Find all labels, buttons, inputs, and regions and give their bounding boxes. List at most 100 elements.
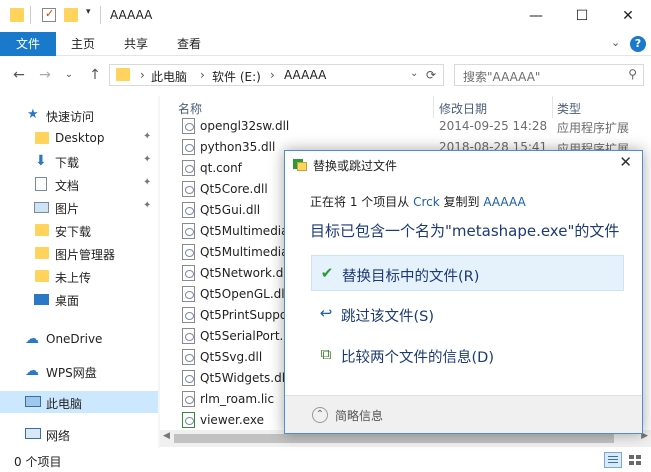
- minimize-button[interactable]: —: [513, 0, 559, 32]
- sidebar-item-onedrive[interactable]: ☁ OneDrive: [0, 328, 158, 350]
- recent-locations-icon[interactable]: ⌄: [60, 66, 78, 84]
- dll-file-icon: [182, 139, 195, 155]
- search-input[interactable]: 搜索"AAAAA" ⚲: [454, 64, 644, 86]
- check-icon: ✔: [320, 264, 334, 282]
- sidebar-item-desktop[interactable]: Desktop ✦: [0, 127, 158, 149]
- divider: [30, 6, 31, 24]
- folder-icon: [10, 8, 24, 22]
- refresh-icon[interactable]: ⟳: [426, 68, 436, 82]
- cloud-icon: ☁: [25, 331, 39, 347]
- skip-file-option[interactable]: ↩ 跳过该文件(S): [311, 296, 624, 332]
- large-icons-view-icon[interactable]: [626, 452, 644, 468]
- sidebar-item-pictures[interactable]: 图片 ✦: [0, 196, 158, 218]
- desktop-icon: [34, 294, 49, 305]
- compare-icon: ⧉: [320, 345, 332, 363]
- dll-file-icon: [182, 328, 195, 344]
- tab-home[interactable]: 主页: [58, 32, 108, 56]
- forward-arrow-icon[interactable]: →: [36, 66, 54, 84]
- customize-toolbar-icon[interactable]: ▾: [86, 7, 91, 17]
- tab-file[interactable]: 文件: [0, 32, 56, 56]
- breadcrumb-separator: ›: [270, 68, 275, 82]
- up-arrow-icon[interactable]: ↑: [86, 66, 104, 84]
- navigation-bar: ← → ⌄ ↑ › 此电脑 › 软件 (E:) › AAAAA ⌄ ⟳ 搜索"A…: [0, 60, 651, 90]
- folder-icon: [35, 132, 49, 144]
- dll-file-icon: [182, 244, 195, 260]
- folder-icon: [116, 68, 130, 81]
- dll-file-icon: [182, 349, 195, 365]
- close-button[interactable]: ✕: [605, 0, 651, 32]
- document-icon: [35, 177, 47, 191]
- dll-file-icon: [182, 223, 195, 239]
- new-folder-icon[interactable]: [64, 8, 78, 22]
- address-bar[interactable]: › 此电脑 › 软件 (E:) › AAAAA ⌄ ⟳: [109, 64, 444, 86]
- pane-splitter[interactable]: [158, 96, 160, 448]
- pin-icon: ✦: [143, 200, 152, 211]
- dll-file-icon: [182, 265, 195, 281]
- breadcrumb-this-pc[interactable]: 此电脑: [151, 68, 187, 85]
- navigation-pane: ★ 快速访问 Desktop ✦ ⬇ 下载 ✦ 文档 ✦ 图片 ✦ 安下载 图片…: [0, 96, 158, 448]
- skip-icon: ↩: [319, 304, 333, 322]
- replace-or-skip-dialog: 替换或跳过文件 ✕ 正在将 1 个项目从 Crck 复制到 AAAAA 目标已包…: [284, 150, 643, 434]
- source-folder-link[interactable]: Crck: [413, 195, 440, 209]
- column-divider[interactable]: [552, 96, 553, 118]
- sidebar-item-this-pc[interactable]: 此电脑: [0, 391, 158, 413]
- cloud-icon: ☁: [25, 363, 39, 379]
- maximize-button[interactable]: ☐: [559, 0, 605, 32]
- tab-share[interactable]: 共享: [110, 32, 162, 56]
- pin-icon: ✦: [143, 154, 152, 165]
- compare-files-option[interactable]: ⧉ 比较两个文件的信息(D): [311, 337, 624, 373]
- window-title: AAAAA: [110, 8, 153, 22]
- help-icon[interactable]: ?: [630, 36, 646, 52]
- sidebar-item-wps-drive[interactable]: ☁ WPS网盘: [0, 360, 158, 382]
- folder-icon: [35, 270, 49, 282]
- status-bar: 0 个项目: [0, 448, 651, 472]
- dialog-close-button[interactable]: ✕: [619, 153, 632, 171]
- sidebar-item-downloads[interactable]: ⬇ 下载 ✦: [0, 150, 158, 172]
- address-history-icon[interactable]: ⌄: [410, 68, 418, 79]
- folder-icon: [35, 247, 49, 259]
- pin-icon: ✦: [143, 177, 152, 188]
- scroll-left-icon[interactable]: ◀: [163, 431, 170, 441]
- tab-view[interactable]: 查看: [164, 32, 214, 56]
- sidebar-item-anxiazai[interactable]: 安下载: [0, 219, 158, 241]
- scrollbar-thumb[interactable]: [174, 434, 614, 443]
- ribbon-tabs: 文件 主页 共享 查看 ⌄ ?: [0, 32, 651, 56]
- conflict-heading: 目标已包含一个名为"metashape.exe"的文件: [310, 222, 620, 240]
- sidebar-item-quick-access[interactable]: ★ 快速访问: [0, 104, 158, 126]
- network-icon: [25, 428, 41, 439]
- sidebar-item-network[interactable]: 网络: [0, 423, 158, 445]
- sidebar-item-picture-manager[interactable]: 图片管理器: [0, 242, 158, 264]
- dialog-title: 替换或跳过文件: [313, 159, 398, 173]
- exe-file-icon: [182, 412, 195, 428]
- sidebar-item-not-uploaded[interactable]: 未上传: [0, 265, 158, 287]
- replace-file-option[interactable]: ✔ 替换目标中的文件(R): [311, 255, 624, 291]
- sidebar-item-desktop-cn[interactable]: 桌面: [0, 288, 158, 310]
- back-arrow-icon[interactable]: ←: [10, 66, 28, 84]
- picture-icon: [34, 202, 49, 213]
- properties-icon[interactable]: ✓: [42, 7, 56, 22]
- divider: [100, 6, 101, 24]
- file-row[interactable]: opengl32sw.dll 2014-09-25 14:28 应用程序扩展: [170, 116, 651, 137]
- title-bar: ✓ ▾ AAAAA — ☐ ✕: [0, 0, 651, 32]
- computer-icon: [25, 396, 41, 407]
- breadcrumb-aaaaa[interactable]: AAAAA: [284, 68, 326, 82]
- destination-folder-link[interactable]: AAAAA: [483, 195, 525, 209]
- item-count: 0 个项目: [14, 455, 62, 469]
- sidebar-item-documents[interactable]: 文档 ✦: [0, 173, 158, 195]
- star-icon: ★: [27, 107, 39, 122]
- expand-ribbon-icon[interactable]: ⌄: [611, 36, 620, 49]
- breadcrumb-drive-e[interactable]: 软件 (E:): [212, 68, 261, 85]
- search-icon: ⚲: [628, 67, 637, 81]
- breadcrumb-separator: ›: [140, 68, 145, 82]
- copy-progress-text: 正在将 1 个项目从 Crck 复制到 AAAAA: [310, 195, 526, 209]
- dll-file-icon: [182, 181, 195, 197]
- download-icon: ⬇: [35, 153, 47, 169]
- explorer-window: ✓ ▾ AAAAA — ☐ ✕ 文件 主页 共享 查看 ⌄ ? ← → ⌄ ↑ …: [0, 0, 651, 472]
- details-view-icon[interactable]: [604, 452, 622, 468]
- dialog-footer: ⌃ 简略信息: [285, 395, 642, 433]
- copy-files-icon: [293, 157, 307, 171]
- column-divider[interactable]: [433, 96, 434, 118]
- file-icon: [182, 160, 195, 176]
- chevron-up-icon[interactable]: ⌃: [312, 407, 328, 423]
- fewer-details-link[interactable]: 简略信息: [335, 407, 383, 424]
